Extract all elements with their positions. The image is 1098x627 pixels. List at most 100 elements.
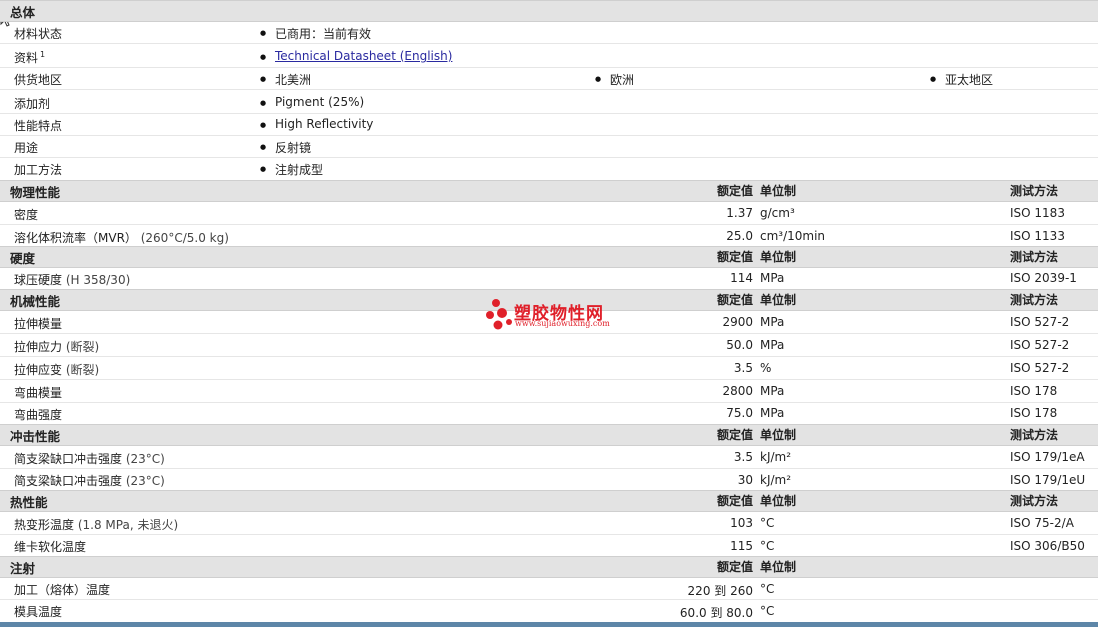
section-title: 物理性能 (10, 185, 61, 200)
section-header-impact: 冲击性能 额定值 单位制 测试方法 (0, 424, 1098, 446)
property-value: 50.0 (726, 338, 753, 352)
section-title: 总体 (10, 5, 36, 20)
property-label: 热变形温度 (1.8 MPa, 未退火) (14, 518, 179, 532)
property-unit: MPa (760, 271, 785, 285)
property-row: 加工（熔体）温度 220 到 260 °C (0, 578, 1098, 600)
property-value: 3.5 (733, 361, 753, 375)
property-value: 30 (737, 473, 753, 487)
property-test: ISO 75-2/A (1010, 516, 1074, 530)
general-row-uses: 用途 反射镜 (0, 136, 1098, 158)
property-unit: °C (760, 582, 775, 596)
property-label: 弯曲模量 (14, 386, 63, 400)
property-label: 拉伸应变 (断裂) (14, 363, 100, 377)
region-value: 欧洲 (595, 71, 634, 88)
property-label: 维卡软化温度 (14, 540, 87, 554)
property-label: 密度 (14, 208, 39, 222)
property-value: 220 到 260 (687, 584, 753, 598)
section-title: 硬度 (10, 251, 36, 266)
property-unit: cm³/10min (760, 229, 826, 243)
property-unit: °C (760, 604, 775, 618)
general-row-additive: 添加剂 Pigment (25%) (0, 90, 1098, 114)
row-label: 添加剂 (14, 97, 51, 111)
column-header-rated: 额定值 (716, 428, 753, 442)
property-test: ISO 179/1eU (1010, 473, 1086, 487)
property-row: 溶化体积流率（MVR） (260°C/5.0 kg) 25.0 cm³/10mi… (0, 225, 1098, 248)
datasheet-link-item: Technical Datasheet (English) (260, 49, 452, 63)
datasheet-link[interactable]: Technical Datasheet (English) (275, 49, 452, 63)
property-test: ISO 178 (1010, 406, 1058, 420)
watermark-logo: 塑胶物性网 www.sujiaowuxing.com (486, 298, 616, 334)
column-header-rated: 额定值 (716, 494, 753, 508)
property-label: 模具温度 (14, 605, 63, 619)
property-row: 模具温度 60.0 到 80.0 °C (0, 600, 1098, 622)
column-header-test: 测试方法 (1010, 428, 1059, 442)
section-title: 注射 (10, 561, 36, 576)
property-value: 103 (730, 516, 753, 530)
red-dots-logo-icon (486, 299, 512, 330)
section-title: 热性能 (10, 495, 48, 510)
property-value: 2900 (722, 315, 753, 329)
property-test: ISO 527-2 (1010, 338, 1070, 352)
column-header-rated: 额定值 (716, 184, 753, 198)
property-row: 维卡软化温度 115 °C ISO 306/B50 (0, 535, 1098, 557)
row-label: 资料 1 (14, 50, 46, 65)
property-value: 75.0 (726, 406, 753, 420)
row-label: 供货地区 (14, 73, 63, 87)
footnote-marker: 1 (40, 50, 46, 59)
property-value: 60.0 到 80.0 (679, 606, 753, 620)
row-value: 反射镜 (260, 139, 311, 156)
property-test: ISO 527-2 (1010, 315, 1070, 329)
property-value: 3.5 (733, 450, 753, 464)
bottom-bar (0, 622, 1098, 627)
property-unit: % (760, 361, 772, 375)
section-header-physical: 物理性能 额定值 单位制 测试方法 (0, 180, 1098, 202)
property-unit: MPa (760, 384, 785, 398)
property-unit: MPa (760, 406, 785, 420)
property-label: 弯曲强度 (14, 408, 63, 422)
property-test: ISO 306/B50 (1010, 539, 1085, 553)
property-label: 拉伸模量 (14, 317, 63, 331)
property-test: ISO 1183 (1010, 206, 1065, 220)
property-label: 简支梁缺口冲击强度 (23°C) (14, 452, 165, 466)
property-row: 密度 1.37 g/cm³ ISO 1183 (0, 202, 1098, 225)
section-header-general: 总体 (0, 0, 1098, 22)
property-test: ISO 527-2 (1010, 361, 1070, 375)
section-title: 机械性能 (10, 294, 61, 309)
column-header-unit: 单位制 (760, 293, 797, 307)
column-header-unit: 单位制 (760, 250, 797, 264)
section-header-thermal: 热性能 额定值 单位制 测试方法 (0, 490, 1098, 512)
property-row: 简支梁缺口冲击强度 (23°C) 30 kJ/m² ISO 179/1eU (0, 469, 1098, 491)
property-value: 115 (730, 539, 753, 553)
property-value: 114 (730, 271, 753, 285)
column-header-unit: 单位制 (760, 560, 797, 574)
column-header-rated: 额定值 (716, 250, 753, 264)
property-test: ISO 2039-1 (1010, 271, 1077, 285)
general-row-docs: 资料1 Technical Datasheet (English) (0, 44, 1098, 68)
row-label: 性能特点 (14, 119, 63, 133)
property-value: 2800 (722, 384, 753, 398)
property-test: ISO 1133 (1010, 229, 1065, 243)
property-label: 加工（熔体）温度 (14, 583, 111, 597)
section-header-hardness: 硬度 额定值 单位制 测试方法 (0, 246, 1098, 268)
region-value: 亚太地区 (930, 71, 993, 88)
property-label: 溶化体积流率（MVR） (260°C/5.0 kg) (14, 231, 229, 245)
property-row: 热变形温度 (1.8 MPa, 未退火) 103 °C ISO 75-2/A (0, 512, 1098, 535)
property-label: 简支梁缺口冲击强度 (23°C) (14, 474, 165, 488)
column-header-test: 测试方法 (1010, 494, 1059, 508)
property-label: 球压硬度 (H 358/30) (14, 273, 131, 287)
general-row-status: 材料状态 已商用：当前有效 (0, 22, 1098, 44)
row-value: High Reflectivity (260, 117, 373, 131)
row-label: 用途 (14, 141, 39, 155)
property-unit: kJ/m² (760, 450, 792, 464)
property-label: 拉伸应力 (断裂) (14, 340, 100, 354)
column-header-unit: 单位制 (760, 494, 797, 508)
property-row: 球压硬度 (H 358/30) 114 MPa ISO 2039-1 (0, 268, 1098, 290)
section-header-injection: 注射 额定值 单位制 (0, 556, 1098, 578)
property-unit: kJ/m² (760, 473, 792, 487)
column-header-test: 测试方法 (1010, 184, 1059, 198)
watermark-url: www.sujiaowuxing.com (515, 319, 610, 328)
general-row-processing: 加工方法 注射成型 (0, 158, 1098, 180)
property-test: ISO 179/1eA (1010, 450, 1085, 464)
region-value: 北美洲 (260, 71, 311, 88)
general-row-features: 性能特点 High Reflectivity (0, 114, 1098, 136)
